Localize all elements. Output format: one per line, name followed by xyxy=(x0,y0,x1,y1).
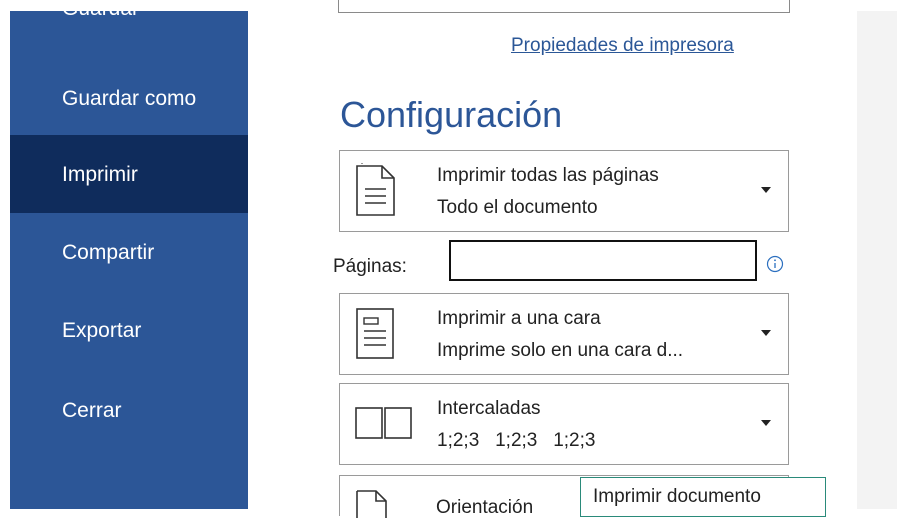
orientation-title: Orientación xyxy=(436,497,534,518)
single-sided-icon xyxy=(354,306,400,367)
sidebar-item-label: Cerrar xyxy=(62,399,122,422)
sidebar-item-imprimir[interactable]: Imprimir xyxy=(10,135,248,213)
sidebar-item-exportar[interactable]: Exportar xyxy=(10,291,248,369)
collation-title: Intercaladas xyxy=(437,398,541,419)
sidebar-item-label: Compartir xyxy=(62,241,155,264)
sidebar-item-label: Imprimir xyxy=(62,163,138,186)
sidebar-item-cerrar[interactable]: Cerrar xyxy=(10,369,248,447)
sidebar-item-guardar-como[interactable]: Guardar como xyxy=(10,58,248,136)
print-sides-title: Imprimir a una cara xyxy=(437,308,601,329)
collated-pages-icon xyxy=(354,406,414,445)
backstage-sidebar: Guardar Guardar como Imprimir Compartir … xyxy=(10,0,248,509)
print-range-title: Imprimir todas las páginas xyxy=(437,165,659,186)
sidebar-item-label: Exportar xyxy=(62,319,142,342)
collation-subtitle: 1;2;3 1;2;3 1;2;3 xyxy=(437,430,596,451)
print-sides-subtitle: Imprime solo en una cara d... xyxy=(437,340,684,361)
pages-label: Páginas: xyxy=(333,256,407,277)
tooltip: Imprimir documento xyxy=(580,477,826,517)
collation-dropdown[interactable]: Intercaladas 1;2;3 1;2;3 1;2;3 xyxy=(339,383,789,465)
chevron-down-icon xyxy=(761,420,771,426)
document-pages-icon xyxy=(354,163,400,224)
info-icon[interactable] xyxy=(766,255,784,278)
chevron-down-icon xyxy=(761,330,771,336)
print-range-subtitle: Todo el documento xyxy=(437,197,598,218)
right-panel-edge xyxy=(857,11,897,509)
print-sides-dropdown[interactable]: Imprimir a una cara Imprime solo en una … xyxy=(339,293,789,375)
print-range-dropdown[interactable]: Imprimir todas las páginas Todo el docum… xyxy=(339,150,789,232)
chevron-down-icon xyxy=(761,187,771,193)
sidebar-item-guardar[interactable]: Guardar xyxy=(10,0,248,36)
sidebar-item-label: Guardar como xyxy=(62,87,197,110)
printer-select[interactable] xyxy=(338,0,790,13)
sidebar-item-label: Guardar xyxy=(62,0,140,20)
printer-properties-link[interactable]: Propiedades de impresora xyxy=(511,35,734,57)
portrait-page-icon xyxy=(354,488,400,523)
pages-input[interactable] xyxy=(449,240,757,281)
settings-title: Configuración xyxy=(340,94,563,135)
sidebar-item-compartir[interactable]: Compartir xyxy=(10,213,248,291)
tooltip-text: Imprimir documento xyxy=(593,486,761,507)
